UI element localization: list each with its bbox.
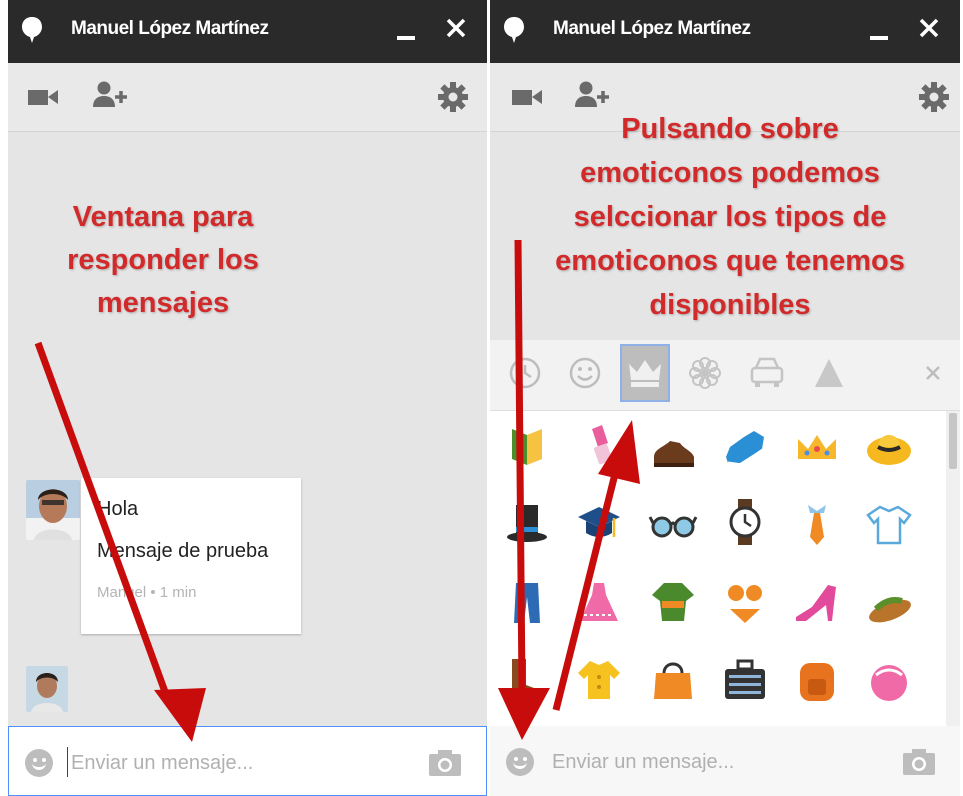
graduation-cap-icon[interactable] [574,499,624,549]
annotation-left: Ventana para responder los mensajes [38,196,288,325]
scrollbar-thumb[interactable] [949,413,957,469]
emoji-icon[interactable] [506,748,534,776]
message-input-bar [490,726,960,796]
title-bar: Manuel López Martínez [490,0,960,63]
contact-name: Manuel López Martínez [71,18,269,39]
annotation-line: Pulsando sobre [621,113,839,145]
bikini-icon[interactable] [720,577,770,627]
message-text: Hola [97,498,139,520]
video-call-icon[interactable] [26,87,60,107]
avatar [26,480,80,540]
necktie-icon[interactable] [792,499,842,549]
smiley-tab-icon[interactable] [560,344,610,402]
sneaker-icon[interactable] [720,421,770,471]
high-heel-icon[interactable] [792,577,842,627]
jeans-icon[interactable] [502,577,552,627]
annotation-line: disponibles [649,289,811,321]
close-icon[interactable] [916,12,942,44]
video-call-icon[interactable] [510,87,544,107]
message-text: Mensaje de prueba [97,540,269,562]
lipstick-icon[interactable] [574,419,624,469]
briefcase-icon[interactable] [720,655,770,705]
blouse-icon[interactable] [574,655,624,705]
text-caret [67,747,68,777]
flower-tab-icon[interactable] [680,344,730,402]
message-input-bar [8,726,487,796]
sandal-icon[interactable] [864,579,914,629]
message-input[interactable] [69,745,393,781]
t-shirt-icon[interactable] [864,499,914,549]
handbag-icon[interactable] [648,655,698,705]
crown-tab-icon[interactable] [620,344,670,402]
top-hat-icon[interactable] [502,499,552,549]
watch-icon[interactable] [720,497,770,547]
emoji-icon[interactable] [25,749,53,777]
chat-bubble-icon [504,17,524,43]
avatar [26,666,68,712]
emoji-scrollbar[interactable] [946,411,960,726]
annotation-line: selccionar los tipos de [573,201,887,233]
chat-bubble-icon [22,17,42,43]
message-bubble: Hola Mensaje de prueba Manuel • 1 min [81,478,301,634]
kimono-icon[interactable] [648,577,698,627]
symbols-tab-icon[interactable] [804,344,854,402]
chat-window-right: Manuel López Martínez Pulsando sobre emo… [490,0,960,796]
add-person-icon[interactable] [92,79,130,111]
camera-icon[interactable] [902,748,936,776]
minimize-button[interactable] [870,16,890,42]
contact-name: Manuel López Martínez [553,18,751,39]
straw-hat-icon[interactable] [864,421,914,471]
minimize-button[interactable] [397,16,417,42]
camera-icon[interactable] [428,749,462,777]
annotation-line: emoticonos que tenemos [555,245,905,277]
annotation-line: mensajes [96,287,230,319]
purse-icon[interactable] [864,655,914,705]
chat-window-left: Manuel López Martínez Ventana para respo… [8,0,487,796]
emoji-category-bar [490,340,960,411]
boots-icon[interactable] [502,655,552,705]
crown-icon[interactable] [792,423,842,473]
chat-toolbar [8,63,487,132]
annotation-line: emoticonos podemos [580,157,880,189]
gear-icon[interactable] [437,81,469,113]
glasses-icon[interactable] [648,499,698,549]
annotation-right: Pulsando sobre emoticonos podemos selcci… [510,107,950,327]
dress-icon[interactable] [574,577,624,627]
book-icon[interactable] [502,421,552,471]
annotation-line: responder los [67,244,259,276]
message-timestamp: Manuel • 1 min [97,584,197,601]
title-bar: Manuel López Martínez [8,0,487,63]
car-tab-icon[interactable] [742,344,792,402]
message-input[interactable] [550,744,874,780]
shoe-icon[interactable] [648,423,698,473]
backpack-icon[interactable] [792,655,842,705]
close-icon[interactable] [443,12,469,44]
close-emoji-panel-icon[interactable] [918,344,948,402]
emoji-grid [490,411,960,726]
recent-emoji-tab-icon[interactable] [500,344,550,402]
annotation-line: Ventana para [72,201,254,233]
